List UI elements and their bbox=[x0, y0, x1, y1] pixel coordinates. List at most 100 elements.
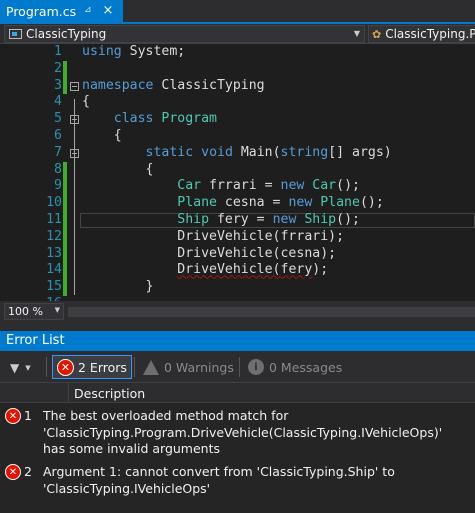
code-line: 4 { bbox=[0, 94, 475, 111]
filter-dropdown[interactable]: ▼ ▼ bbox=[10, 360, 40, 376]
code-text: Plane cesna = new Plane(); bbox=[177, 195, 384, 211]
error-description: Argument 1: cannot convert from 'Classic… bbox=[43, 464, 395, 496]
line-number: 2 bbox=[54, 60, 62, 76]
error-list-grid: Description ✕ 1 The best overloaded meth… bbox=[0, 383, 475, 513]
line-number: 12 bbox=[46, 228, 62, 244]
type-dropdown-value: ClassicTyping.Pr bbox=[385, 27, 475, 41]
warnings-filter-button[interactable]: 0 Warnings bbox=[139, 355, 238, 379]
error-row[interactable]: ✕ 2 Argument 1: cannot convert from 'Cla… bbox=[0, 463, 475, 499]
chevron-down-icon: ▼ bbox=[353, 29, 360, 38]
line-number: 4 bbox=[54, 94, 62, 110]
code-line: 8 { bbox=[0, 161, 475, 179]
code-line: 10 Plane cesna = new Plane(); bbox=[0, 195, 475, 212]
filter-icon: ▼ bbox=[10, 361, 20, 375]
warning-icon bbox=[143, 359, 159, 375]
code-text: Car frrari = new Car(); bbox=[177, 178, 360, 194]
code-text: class Program bbox=[113, 111, 217, 127]
code-line: 13 DriveVehicle(cesna); bbox=[0, 245, 475, 263]
change-marker bbox=[63, 77, 67, 95]
zoom-value: 100 % bbox=[8, 305, 43, 318]
errors-count-label: 2 Errors bbox=[78, 359, 127, 375]
line-number: 15 bbox=[46, 279, 62, 295]
type-dropdown[interactable]: ✿ ClassicTyping.Pr bbox=[368, 25, 475, 43]
line-number: 13 bbox=[46, 245, 62, 261]
error-row[interactable]: ✕ 1 The best overloaded method match for… bbox=[0, 407, 475, 459]
code-text: DriveVehicle(cesna); bbox=[177, 245, 337, 261]
error-icon: ✕ bbox=[5, 464, 21, 480]
error-list-title[interactable]: Error List bbox=[0, 331, 475, 351]
code-text: DriveVehicle(fery); bbox=[177, 262, 329, 278]
line-number: 8 bbox=[54, 161, 62, 177]
error-description: The best overloaded method match for 'Cl… bbox=[43, 408, 443, 456]
line-number: 6 bbox=[54, 128, 62, 143]
collapse-icon[interactable] bbox=[70, 81, 79, 91]
change-marker bbox=[63, 161, 67, 179]
column-header-description[interactable]: Description bbox=[74, 386, 145, 401]
line-number: 10 bbox=[46, 195, 62, 211]
code-text: { bbox=[113, 128, 122, 143]
document-tab-bar: Program.cs ⊿ × bbox=[0, 0, 475, 22]
code-line-current: 11 Ship fery = new Ship(); bbox=[0, 212, 475, 229]
error-icon: ✕ bbox=[57, 358, 74, 376]
line-number: 5 bbox=[54, 111, 62, 127]
change-marker bbox=[63, 245, 67, 263]
code-line: 15 } bbox=[0, 279, 475, 296]
error-list-toolbar: ▼ ▼ ✕ 2 Errors 0 Warnings i 0 Messages bbox=[0, 351, 475, 383]
collapse-icon[interactable] bbox=[70, 115, 79, 125]
code-line: 1 using System; bbox=[0, 44, 475, 61]
line-number: 14 bbox=[46, 262, 62, 278]
horizontal-scrollbar[interactable] bbox=[68, 307, 475, 317]
error-icon: ✕ bbox=[5, 408, 21, 424]
error-squiggle[interactable]: DriveVehicle(fery bbox=[177, 262, 312, 277]
code-text: DriveVehicle(frrari); bbox=[177, 228, 345, 244]
code-text: { bbox=[145, 161, 154, 177]
tab-program-cs[interactable]: Program.cs ⊿ × bbox=[0, 0, 123, 22]
namespace-icon bbox=[9, 29, 22, 39]
toolbar-separator bbox=[134, 357, 135, 377]
navigation-bar: ClassicTyping ▼ ✿ ClassicTyping.Pr bbox=[0, 24, 475, 44]
code-line: 3 namespace ClassicTyping bbox=[0, 77, 475, 95]
code-text: } bbox=[145, 279, 154, 295]
info-icon: i bbox=[248, 359, 264, 375]
errors-filter-button[interactable]: ✕ 2 Errors bbox=[52, 355, 132, 379]
code-line: 2 bbox=[0, 60, 475, 78]
code-line: 5 class Program bbox=[0, 111, 475, 128]
messages-count-label: 0 Messages bbox=[269, 359, 343, 375]
class-icon: ✿ bbox=[372, 27, 382, 41]
line-number: 3 bbox=[54, 77, 62, 93]
code-line: 14 DriveVehicle(fery); bbox=[0, 262, 475, 280]
code-editor[interactable]: 1 using System; 2 3 namespace ClassicTyp… bbox=[0, 44, 475, 301]
change-marker bbox=[63, 60, 67, 78]
code-text: static void Main(string[] args) bbox=[145, 144, 392, 160]
change-marker bbox=[63, 262, 67, 280]
code-line: 7 static void Main(string[] args) bbox=[0, 145, 475, 162]
code-text: { bbox=[82, 94, 90, 110]
line-number: 11 bbox=[46, 212, 62, 227]
code-line: 6 { bbox=[0, 128, 475, 145]
change-marker bbox=[63, 195, 67, 212]
messages-filter-button[interactable]: i 0 Messages bbox=[244, 355, 346, 379]
code-text: namespace ClassicTyping bbox=[82, 77, 265, 93]
toolbar-separator bbox=[46, 357, 47, 377]
pin-icon[interactable]: ⊿ bbox=[84, 5, 94, 16]
code-line: 12 DriveVehicle(frrari); bbox=[0, 228, 475, 246]
column-header-row: Description bbox=[0, 383, 475, 403]
tab-title: Program.cs bbox=[6, 3, 77, 19]
chevron-down-icon: ▼ bbox=[54, 306, 60, 314]
project-dropdown[interactable]: ClassicTyping ▼ bbox=[4, 25, 365, 43]
close-icon[interactable]: × bbox=[101, 3, 115, 19]
code-line: 9 Car frrari = new Car(); bbox=[0, 178, 475, 196]
code-text: Ship fery = new Ship(); bbox=[177, 212, 360, 227]
chevron-down-icon: ▼ bbox=[25, 364, 31, 372]
project-dropdown-value: ClassicTyping bbox=[26, 27, 107, 41]
collapse-icon[interactable] bbox=[70, 148, 79, 158]
line-number: 9 bbox=[54, 178, 62, 194]
line-number: 1 bbox=[54, 44, 62, 59]
warnings-count-label: 0 Warnings bbox=[164, 359, 234, 375]
column-separator[interactable] bbox=[68, 383, 69, 403]
zoom-dropdown[interactable]: 100 % ▼ bbox=[4, 303, 64, 320]
toolbar-separator bbox=[239, 357, 240, 377]
error-number: 2 bbox=[24, 464, 32, 479]
change-marker bbox=[63, 212, 67, 229]
change-marker bbox=[63, 228, 67, 246]
